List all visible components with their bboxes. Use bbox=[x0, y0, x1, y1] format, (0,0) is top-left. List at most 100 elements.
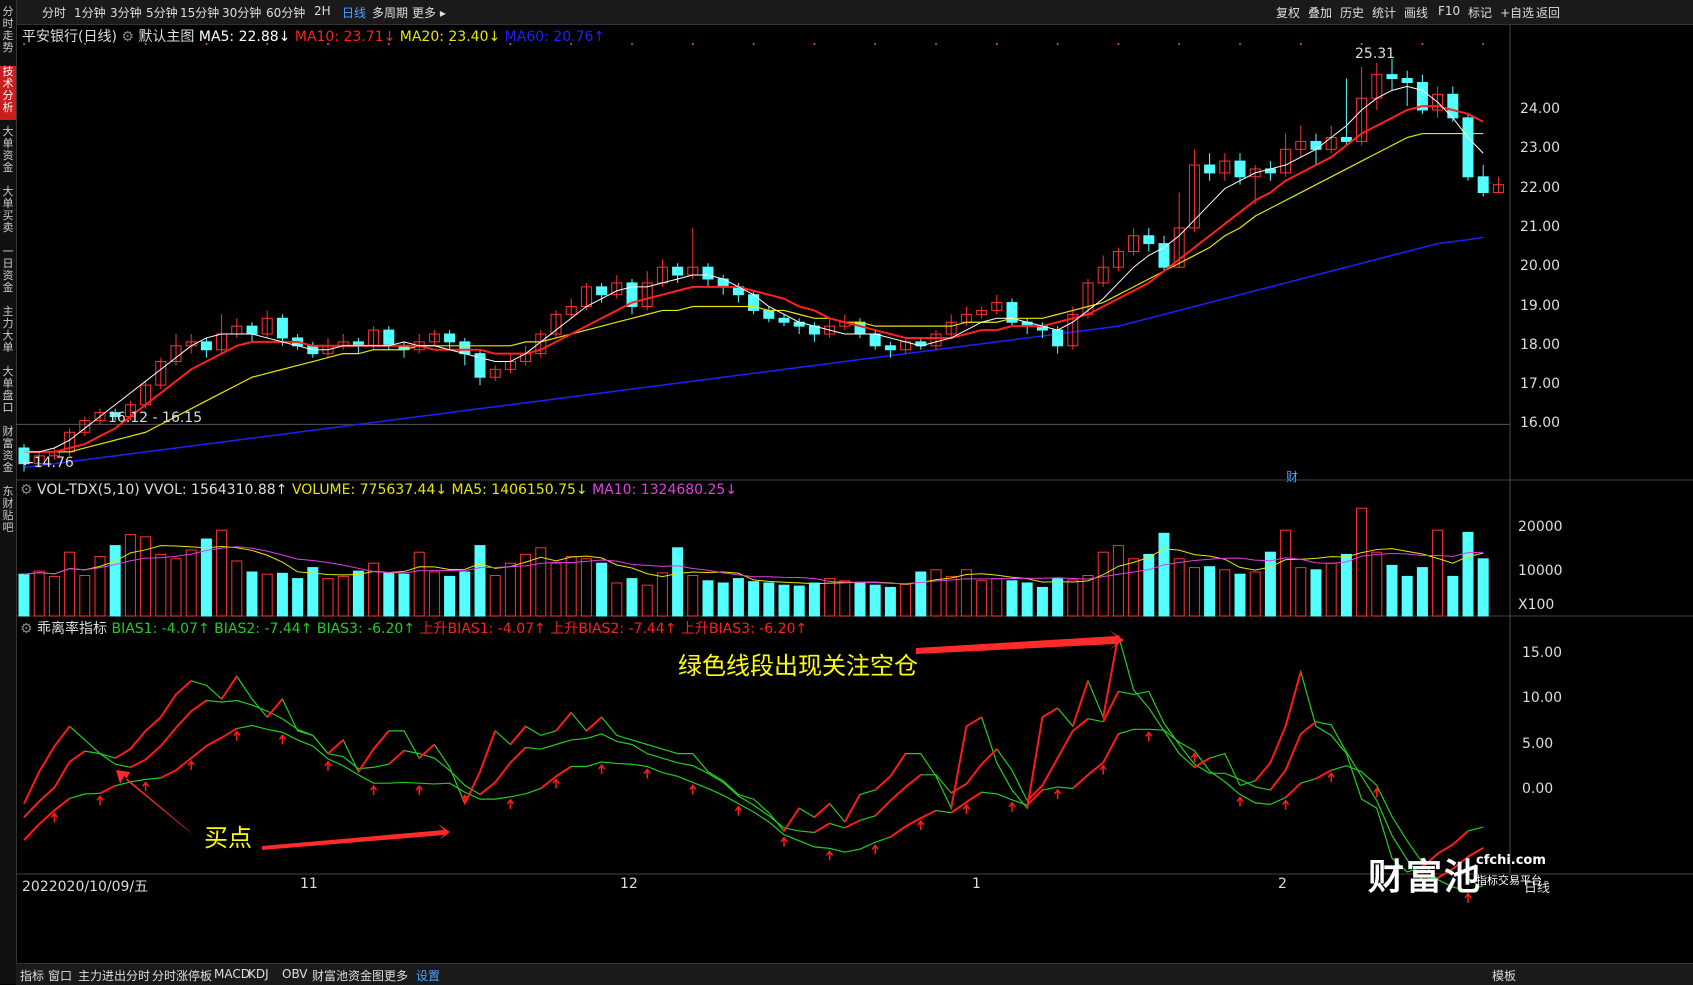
rising-segment bbox=[479, 781, 496, 796]
ma5-label: MA5: 22.88↓ bbox=[198, 29, 291, 45]
bias-tick-2: 5.00 bbox=[1522, 735, 1554, 752]
toolbar-item-2[interactable]: 3分钟 bbox=[110, 4, 142, 21]
vol-volume-label: VOLUME: 775637.44↓ bbox=[291, 482, 448, 498]
price-tick-0: 24.00 bbox=[1520, 101, 1561, 117]
buy-arrow-icon bbox=[871, 844, 879, 855]
grid-lines bbox=[16, 24, 1693, 875]
gear-icon[interactable]: ⚙ bbox=[121, 29, 134, 45]
bottom-tab-7[interactable]: 财富池资金图 bbox=[312, 967, 384, 984]
candle-body bbox=[1401, 78, 1413, 83]
rising-segment bbox=[327, 739, 344, 755]
bottom-tab-4[interactable]: MACD bbox=[214, 967, 250, 981]
annotations bbox=[23, 43, 1485, 850]
toolbar-right-item-8[interactable]: 返回 bbox=[1536, 4, 1560, 21]
candle-body bbox=[459, 341, 471, 355]
toolbar-right-item-7[interactable]: +自选 bbox=[1500, 4, 1534, 21]
side-tab-0[interactable]: 分时走势 bbox=[0, 6, 16, 60]
toolbar-item-4[interactable]: 15分钟 bbox=[180, 4, 219, 21]
rising-segment bbox=[479, 730, 497, 773]
volume-bar bbox=[459, 571, 471, 617]
bottom-tab-2[interactable]: 主力进出分时 bbox=[78, 967, 150, 984]
toolbar-right-item-3[interactable]: 统计 bbox=[1372, 4, 1396, 21]
side-tab-8[interactable]: 东财贴吧 bbox=[0, 486, 16, 540]
ma20-label: MA20: 23.40↓ bbox=[399, 29, 501, 45]
candle-body bbox=[672, 266, 684, 276]
toolbar-item-8[interactable]: 日线 bbox=[342, 4, 366, 21]
top-toolbar: 分时 1分钟 3分钟 5分钟 15分钟 30分钟 60分钟 2H 日线 多周期 更多 ▸ 复权 叠加 历史… bbox=[0, 0, 1693, 25]
buy-arrow-icon bbox=[1282, 799, 1290, 810]
volume-bar bbox=[672, 547, 684, 617]
side-tab-7[interactable]: 财富资金 bbox=[0, 426, 16, 480]
side-tab-1[interactable]: 技术分析 bbox=[0, 66, 16, 120]
event-marker bbox=[1056, 43, 1059, 45]
volume-bar bbox=[596, 562, 608, 617]
toolbar-item-6[interactable]: 60分钟 bbox=[266, 4, 305, 21]
bottom-tab-5[interactable]: KDJ bbox=[248, 967, 269, 981]
gear-icon[interactable]: ⚙ bbox=[20, 482, 33, 498]
toolbar-item-0[interactable]: 分时 bbox=[42, 4, 66, 21]
bottom-tab-6[interactable]: OBV bbox=[282, 967, 308, 981]
rising-segment bbox=[494, 762, 512, 784]
finance-marker[interactable]: 财 bbox=[1286, 468, 1298, 485]
toolbar-item-10[interactable]: 更多 ▸ bbox=[412, 4, 446, 21]
toolbar-right-item-6[interactable]: 标记 bbox=[1468, 4, 1492, 21]
volume-bar bbox=[170, 558, 182, 617]
rising-segment bbox=[388, 749, 405, 765]
volume-bar bbox=[732, 578, 744, 617]
rising-segment bbox=[965, 763, 983, 785]
rising-segment bbox=[129, 758, 147, 769]
volume-bar bbox=[504, 562, 516, 617]
toolbar-right-item-2[interactable]: 历史 bbox=[1340, 4, 1364, 21]
rising-segment bbox=[190, 745, 208, 759]
bias-header: ⚙ 乖离率指标 BIAS1: -4.07↑ BIAS2: -7.44↑ BIAS… bbox=[20, 618, 807, 638]
template-button[interactable]: 模板 bbox=[1492, 967, 1516, 984]
buy-arrow-icon bbox=[142, 781, 150, 792]
side-tab-3[interactable]: 大单买卖 bbox=[0, 186, 16, 240]
bottom-tab-0[interactable]: 指标 bbox=[20, 967, 44, 984]
toolbar-item-7[interactable]: 2H bbox=[314, 4, 331, 18]
volume-bar bbox=[489, 575, 501, 617]
rising-segment bbox=[904, 774, 922, 788]
buy-arrow-left-icon bbox=[116, 770, 192, 834]
volume-bar bbox=[1386, 564, 1398, 617]
toolbar-item-5[interactable]: 30分钟 bbox=[222, 4, 261, 21]
price-tick-8: 16.00 bbox=[1520, 415, 1561, 432]
volume-bar bbox=[261, 573, 273, 617]
volume-bar bbox=[1280, 529, 1292, 617]
toolbar-right-item-5[interactable]: F10 bbox=[1438, 4, 1460, 18]
stock-title[interactable]: 平安银行(日线) bbox=[22, 29, 117, 45]
volume-bar bbox=[109, 545, 121, 617]
volume-bar bbox=[884, 586, 896, 617]
toolbar-item-1[interactable]: 1分钟 bbox=[74, 4, 106, 21]
rising-segment bbox=[1193, 757, 1211, 769]
gear-icon[interactable]: ⚙ bbox=[20, 621, 33, 637]
rising-segment bbox=[114, 748, 131, 760]
bottom-tab-3[interactable]: 分时涨停板 bbox=[152, 967, 212, 984]
bottom-tab-9[interactable]: 设置 bbox=[416, 967, 440, 984]
side-tab-6[interactable]: 大单盘口 bbox=[0, 366, 16, 420]
rising-segment bbox=[205, 736, 223, 747]
template-label[interactable]: 默认主图 bbox=[138, 29, 194, 45]
side-tab-4[interactable]: 一日资金 bbox=[0, 246, 16, 300]
side-tab-5[interactable]: 主力大单 bbox=[0, 306, 16, 360]
rising-segment bbox=[1284, 671, 1302, 727]
rising-segment bbox=[1269, 769, 1287, 791]
bottom-tab-8[interactable]: 更多 bbox=[384, 967, 408, 984]
buy-arrow-icon bbox=[415, 784, 423, 796]
toolbar-item-9[interactable]: 多周期 bbox=[372, 4, 408, 21]
toolbar-right-item-4[interactable]: 画线 bbox=[1404, 4, 1428, 21]
ma60-line bbox=[23, 236, 1484, 469]
volume-bar bbox=[778, 584, 790, 617]
rising-segment bbox=[53, 761, 71, 789]
toolbar-right-item-1[interactable]: 叠加 bbox=[1308, 4, 1332, 21]
event-marker bbox=[691, 43, 694, 45]
toolbar-item-3[interactable]: 5分钟 bbox=[146, 4, 178, 21]
volume-bar bbox=[1204, 566, 1216, 617]
rising-segment bbox=[585, 716, 603, 732]
candle-body bbox=[778, 317, 790, 323]
rising-segment bbox=[1026, 717, 1044, 809]
side-tab-2[interactable]: 大单资金 bbox=[0, 126, 16, 180]
rising-segment bbox=[1269, 725, 1287, 764]
bottom-tab-1[interactable]: 窗口 bbox=[48, 967, 72, 984]
toolbar-right-item-0[interactable]: 复权 bbox=[1276, 4, 1300, 21]
